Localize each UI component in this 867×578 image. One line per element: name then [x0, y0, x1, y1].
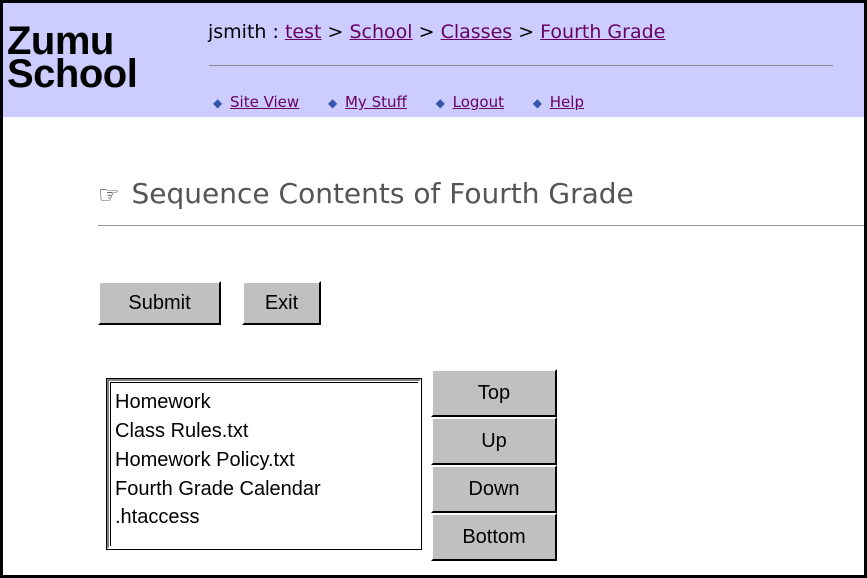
nav-item-logout[interactable]: ◆ Logout: [436, 93, 509, 111]
exit-button[interactable]: Exit: [242, 281, 321, 325]
my-stuff-link[interactable]: My Stuff: [345, 93, 407, 111]
header-divider: [209, 65, 833, 66]
diamond-bullet-icon: ◆: [327, 96, 338, 110]
breadcrumb-test-link[interactable]: test: [285, 21, 322, 43]
move-bottom-button[interactable]: Bottom: [431, 513, 557, 561]
list-item[interactable]: Fourth Grade Calendar: [115, 478, 321, 501]
diamond-bullet-icon: ◆: [532, 96, 542, 110]
breadcrumb-colon: :: [272, 21, 279, 43]
move-down-button[interactable]: Down: [431, 465, 557, 513]
nav-item-my-stuff[interactable]: ◆ My Stuff: [328, 93, 412, 111]
diamond-bullet-icon: ◆: [435, 96, 445, 110]
zumu-school-logo[interactable]: Zumu School: [7, 21, 138, 96]
nav-item-help[interactable]: ◆ Help: [533, 93, 584, 111]
title-divider: [98, 225, 864, 226]
header-bar: Zumu School jsmith : test > School > Cla…: [3, 3, 864, 117]
breadcrumb-user: jsmith: [208, 21, 267, 43]
move-up-button[interactable]: Up: [431, 417, 557, 465]
diamond-bullet-icon: ◆: [213, 96, 223, 110]
logo-line-2: School: [7, 52, 138, 96]
breadcrumb-separator: >: [518, 21, 535, 43]
move-top-button[interactable]: Top: [431, 369, 557, 417]
page-frame: Zumu School jsmith : test > School > Cla…: [0, 0, 867, 578]
breadcrumb-separator: >: [418, 21, 435, 43]
breadcrumb-classes-link[interactable]: Classes: [441, 21, 513, 43]
nav-item-site-view[interactable]: ◆ Site View: [213, 93, 304, 111]
page-title-text: Sequence Contents of Fourth Grade: [131, 177, 634, 210]
page-title: ☞ Sequence Contents of Fourth Grade: [98, 177, 634, 210]
top-nav: ◆ Site View ◆ My Stuff ◆ Logout ◆ Help: [213, 93, 608, 111]
list-item[interactable]: Class Rules.txt: [115, 420, 248, 443]
breadcrumb: jsmith : test > School > Classes > Fourt…: [208, 21, 665, 43]
logout-link[interactable]: Logout: [453, 93, 504, 111]
submit-button[interactable]: Submit: [98, 281, 221, 325]
help-link[interactable]: Help: [550, 93, 584, 111]
sequence-listbox[interactable]: Homework Class Rules.txt Homework Policy…: [106, 378, 422, 550]
breadcrumb-separator: >: [327, 21, 344, 43]
breadcrumb-fourth-grade-link[interactable]: Fourth Grade: [540, 21, 665, 43]
site-view-link[interactable]: Site View: [230, 93, 299, 111]
pointing-hand-icon: ☞: [98, 181, 120, 209]
breadcrumb-school-link[interactable]: School: [349, 21, 412, 43]
list-item[interactable]: Homework: [115, 391, 211, 414]
list-item[interactable]: .htaccess: [115, 506, 199, 529]
list-item[interactable]: Homework Policy.txt: [115, 449, 295, 472]
